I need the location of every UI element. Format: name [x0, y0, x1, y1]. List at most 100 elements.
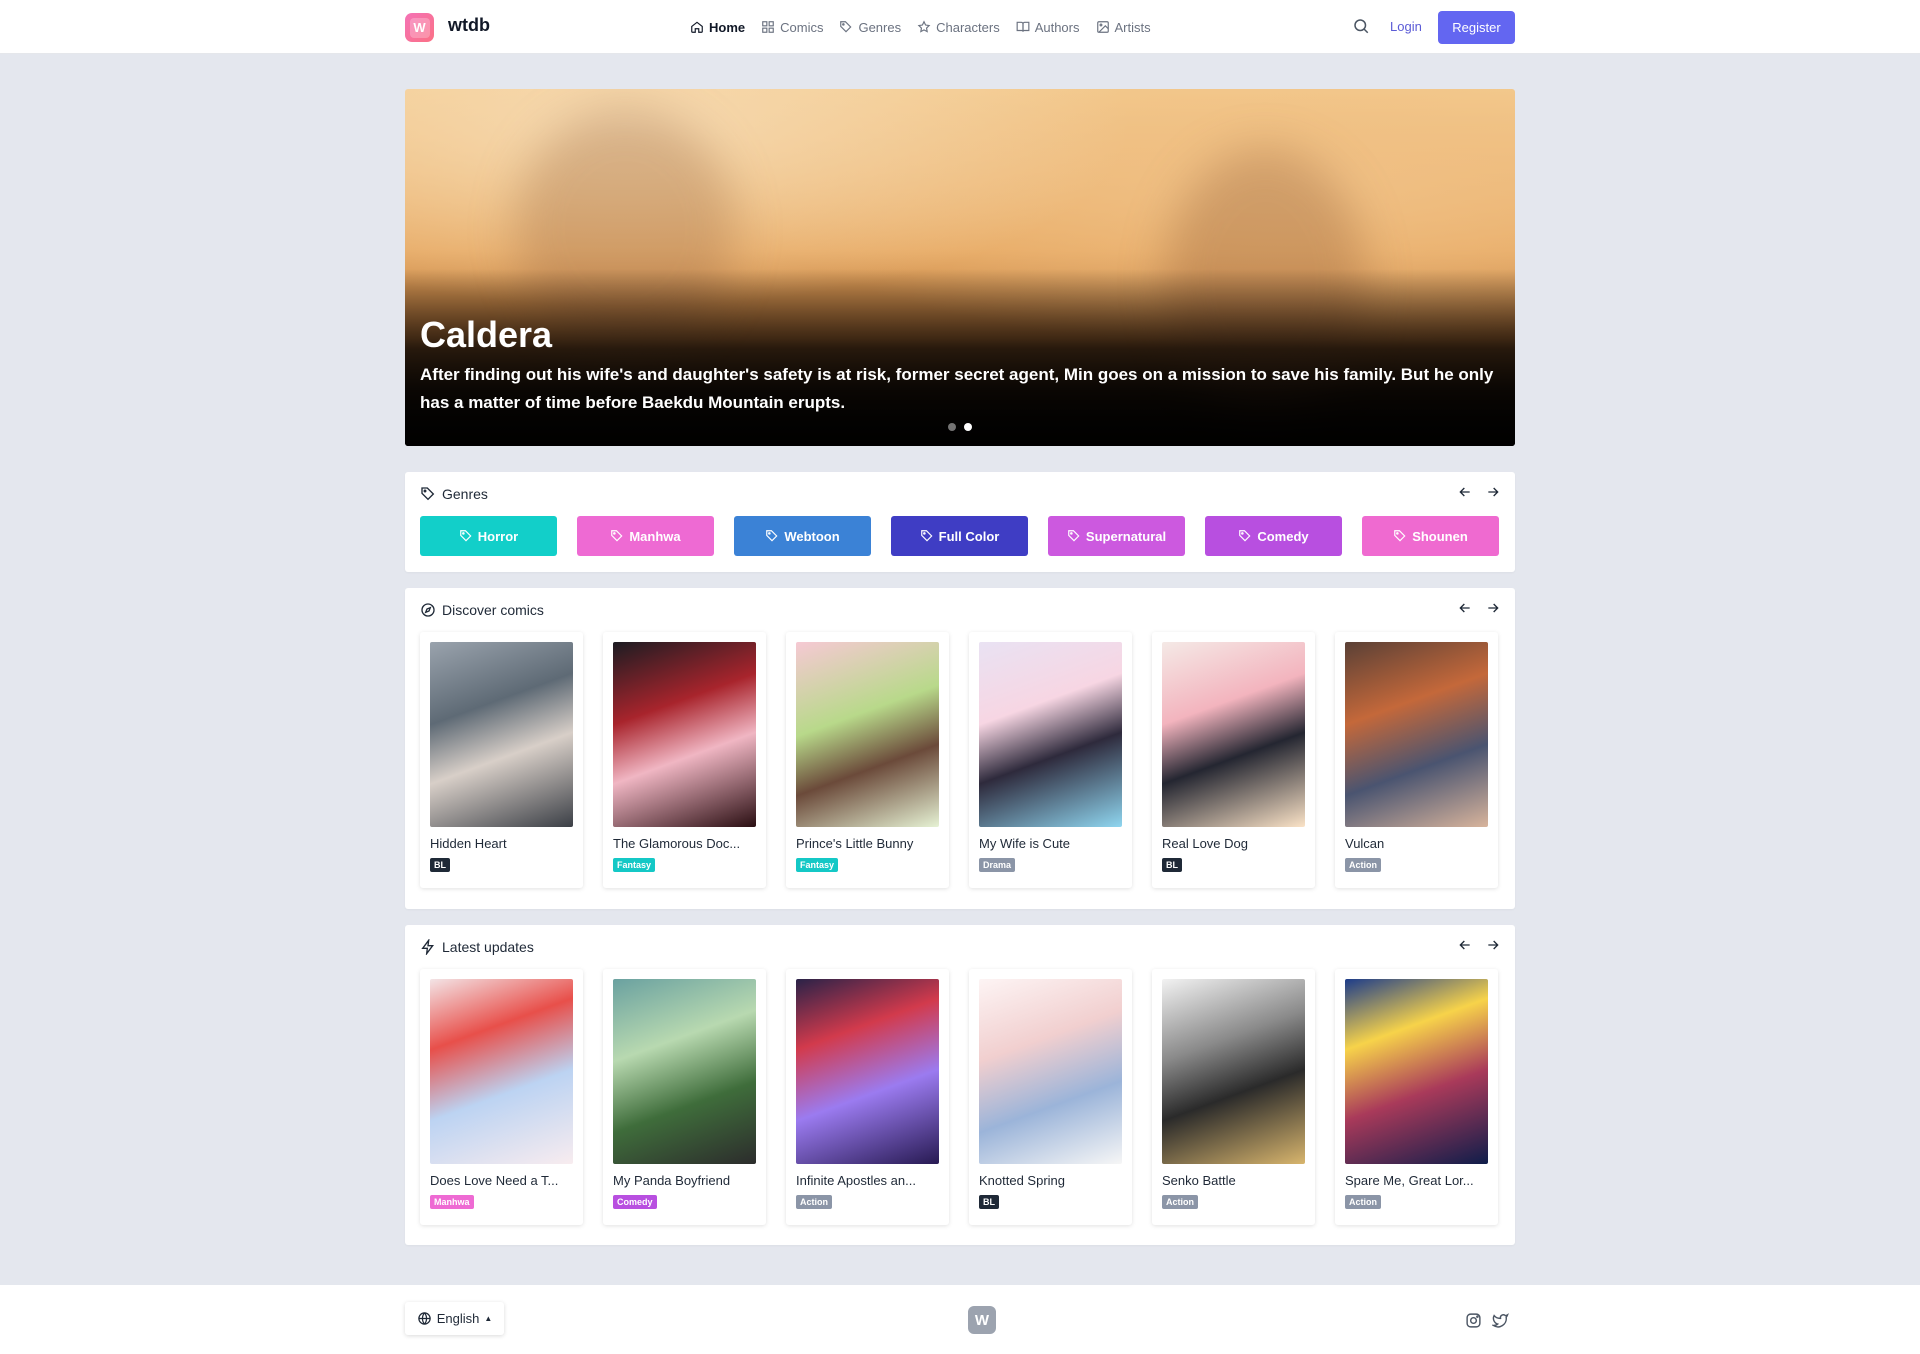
genre-chip-label: Supernatural: [1085, 528, 1167, 544]
genre-chip-manhwa[interactable]: Manhwa: [577, 516, 714, 556]
nav-characters[interactable]: Characters: [917, 20, 1000, 35]
footer: English ▲ W: [0, 1285, 1920, 1354]
register-button[interactable]: Register: [1438, 11, 1515, 44]
carousel-dot-active[interactable]: [964, 423, 972, 431]
genre-chip-horror[interactable]: Horror: [420, 516, 557, 556]
comic-card[interactable]: Spare Me, Great Lor... Action: [1335, 969, 1498, 1225]
brand-name[interactable]: wtdb: [448, 15, 490, 36]
comic-cover-image[interactable]: [796, 642, 939, 827]
arrow-left-icon[interactable]: [1457, 937, 1473, 953]
home-icon: [691, 21, 703, 33]
comic-cover-image[interactable]: [1162, 979, 1305, 1164]
comic-card[interactable]: My Panda Boyfriend Comedy: [603, 969, 766, 1225]
nav-characters-label: Characters: [936, 19, 1000, 35]
tag-icon: [459, 530, 472, 542]
compass-icon: [421, 603, 435, 617]
genre-chip-supernatural[interactable]: Supernatural: [1048, 516, 1185, 556]
comic-card[interactable]: Hidden Heart BL: [420, 632, 583, 888]
book-icon: [1016, 21, 1030, 32]
comic-title[interactable]: Prince's Little Bunny: [796, 836, 941, 851]
arrow-left-icon[interactable]: [1457, 600, 1473, 616]
comic-title[interactable]: Knotted Spring: [979, 1173, 1124, 1188]
comic-title[interactable]: My Panda Boyfriend: [613, 1173, 758, 1188]
language-label: English: [436, 1311, 480, 1326]
comic-cover-image[interactable]: [613, 979, 756, 1164]
login-link[interactable]: Login: [1390, 19, 1422, 34]
comic-cover-image[interactable]: [979, 979, 1122, 1164]
comic-card[interactable]: Knotted Spring BL: [969, 969, 1132, 1225]
comic-title[interactable]: Infinite Apostles an...: [796, 1173, 941, 1188]
comic-genre-badge: Fantasy: [613, 858, 656, 872]
discover-comics-list: Hidden Heart BL The Glamorous Doc... Fantas…: [420, 632, 1498, 888]
lightning-icon: [421, 939, 434, 955]
genre-chip-label: Full Color: [938, 528, 1000, 544]
nav-comics[interactable]: Comics: [761, 20, 823, 35]
comic-card[interactable]: Vulcan Action: [1335, 632, 1498, 888]
comic-cover-image[interactable]: [979, 642, 1122, 827]
hero-description: After finding out his wife's and daughte…: [420, 365, 1494, 412]
genre-chip-comedy[interactable]: Comedy: [1205, 516, 1342, 556]
comic-genre-badge: Action: [1345, 1195, 1381, 1209]
comic-title[interactable]: Spare Me, Great Lor...: [1345, 1173, 1490, 1188]
comic-title[interactable]: Vulcan: [1345, 836, 1490, 851]
latest-panel-title: Latest updates: [442, 939, 534, 955]
social-links: [1465, 1312, 1509, 1329]
comic-genre-badge: BL: [430, 858, 450, 872]
arrow-right-icon[interactable]: [1485, 600, 1501, 616]
logo-letter: W: [409, 17, 430, 38]
comic-title[interactable]: Hidden Heart: [430, 836, 575, 851]
genre-chip-full-color[interactable]: Full Color: [891, 516, 1028, 556]
nav-genres[interactable]: Genres: [839, 20, 901, 35]
main-nav: Home Comics Genres Characters Authors Ar…: [690, 0, 1151, 54]
top-nav-bar: W wtdb Home Comics Genres Characters Aut…: [0, 0, 1920, 54]
latest-comics-list: Does Love Need a T... Manhwa My Panda Boyf…: [420, 969, 1498, 1225]
comic-cover-image[interactable]: [430, 979, 573, 1164]
comic-genre-badge: Action: [1162, 1195, 1198, 1209]
brand-logo[interactable]: W: [405, 13, 434, 42]
search-icon[interactable]: [1352, 17, 1370, 35]
genre-chip-webtoon[interactable]: Webtoon: [734, 516, 871, 556]
comic-cover-image[interactable]: [430, 642, 573, 827]
hero-title[interactable]: Caldera: [420, 314, 552, 356]
genre-chip-shounen[interactable]: Shounen: [1362, 516, 1499, 556]
arrow-right-icon[interactable]: [1485, 937, 1501, 953]
arrow-left-icon[interactable]: [1457, 484, 1473, 500]
comic-title[interactable]: Senko Battle: [1162, 1173, 1307, 1188]
comic-cover-image[interactable]: [796, 979, 939, 1164]
genre-chip-label: Comedy: [1257, 528, 1309, 544]
comic-card[interactable]: Infinite Apostles an... Action: [786, 969, 949, 1225]
star-icon: [917, 20, 931, 33]
footer-logo[interactable]: W: [968, 1306, 996, 1334]
tag-icon: [920, 530, 933, 542]
instagram-icon[interactable]: [1465, 1312, 1482, 1329]
tag-icon: [1239, 530, 1251, 542]
comic-cover-image[interactable]: [1345, 642, 1488, 827]
comic-cover-image[interactable]: [1345, 979, 1488, 1164]
arrow-right-icon[interactable]: [1485, 484, 1501, 500]
comic-cover-image[interactable]: [1162, 642, 1305, 827]
twitter-icon[interactable]: [1492, 1312, 1509, 1329]
nav-artists[interactable]: Artists: [1096, 20, 1151, 35]
comic-card[interactable]: The Glamorous Doc... Fantasy: [603, 632, 766, 888]
comic-card[interactable]: Prince's Little Bunny Fantasy: [786, 632, 949, 888]
comic-title[interactable]: Does Love Need a T...: [430, 1173, 575, 1188]
nav-authors[interactable]: Authors: [1016, 20, 1080, 35]
comic-title[interactable]: The Glamorous Doc...: [613, 836, 758, 851]
comic-genre-badge: Action: [1345, 858, 1381, 872]
comic-title[interactable]: My Wife is Cute: [979, 836, 1124, 851]
comic-cover-image[interactable]: [613, 642, 756, 827]
genre-chip-label: Webtoon: [784, 528, 840, 544]
comic-card[interactable]: Senko Battle Action: [1152, 969, 1315, 1225]
hero-carousel[interactable]: Caldera After finding out his wife's and…: [405, 89, 1515, 446]
nav-home[interactable]: Home: [690, 20, 745, 35]
comic-card[interactable]: Does Love Need a T... Manhwa: [420, 969, 583, 1225]
comic-title[interactable]: Real Love Dog: [1162, 836, 1307, 851]
comic-card[interactable]: Real Love Dog BL: [1152, 632, 1315, 888]
tag-icon: [840, 21, 852, 33]
carousel-dot[interactable]: [948, 423, 956, 431]
hero-gradient-overlay: [405, 269, 1515, 446]
comic-card[interactable]: My Wife is Cute Drama: [969, 632, 1132, 888]
tag-icon: [421, 487, 435, 501]
language-selector[interactable]: English ▲: [405, 1302, 504, 1335]
latest-updates-panel: Latest updates Does Love Need a T... Manh…: [405, 925, 1515, 1245]
